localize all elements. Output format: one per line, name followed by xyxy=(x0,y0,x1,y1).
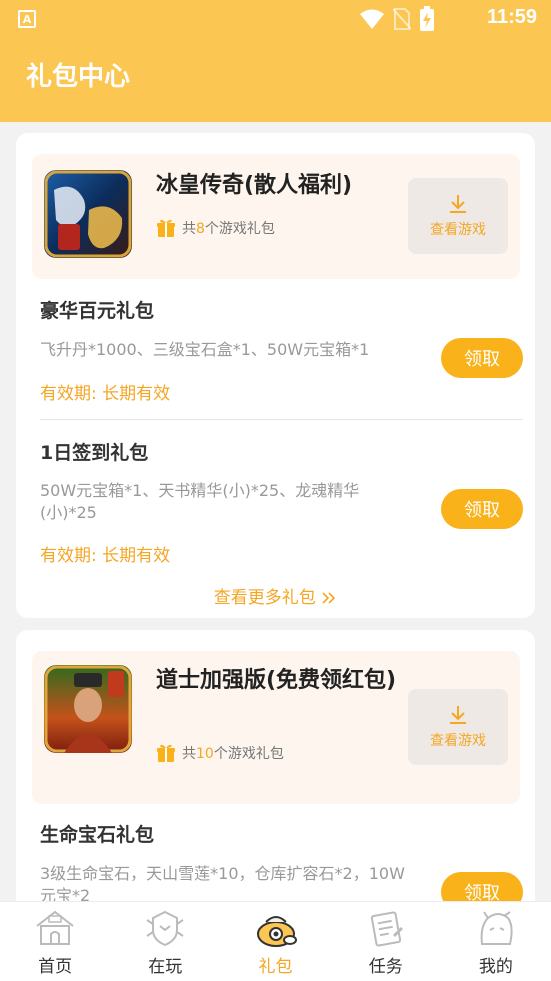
gift-bag-icon xyxy=(256,916,297,947)
game-icon[interactable] xyxy=(44,170,132,258)
package-title: 生命宝石礼包 xyxy=(40,824,155,846)
gift-count-number: 10 xyxy=(196,746,214,762)
game-name[interactable]: 道士加强版(免费领红包) xyxy=(156,666,406,696)
double-chevron-right-icon xyxy=(322,592,336,604)
download-icon xyxy=(450,706,466,724)
nav-label-playing: 在玩 xyxy=(148,957,183,977)
nav-item-playing[interactable]: 在玩 xyxy=(110,902,220,981)
home-icon xyxy=(36,910,74,945)
view-game-label: 查看游戏 xyxy=(430,222,486,238)
nav-item-gift[interactable]: 礼包 xyxy=(220,902,330,981)
status-icons xyxy=(359,6,435,32)
gift-count-prefix: 共 xyxy=(182,221,196,237)
view-game-label: 查看游戏 xyxy=(430,733,486,749)
gift-count-number: 8 xyxy=(196,221,205,237)
status-time: 11:59 xyxy=(486,6,537,28)
view-more-label: 查看更多礼包 xyxy=(213,588,316,608)
package-desc: 50W元宝箱*1、天书精华(小)*25、龙魂精华(小)*25 xyxy=(40,481,360,522)
app-notification-icon: A xyxy=(18,10,36,28)
no-sim-icon xyxy=(393,8,411,30)
battery-charging-icon xyxy=(420,6,434,31)
playing-icon xyxy=(146,910,184,947)
gift-icon xyxy=(157,219,175,237)
view-game-button[interactable]: 查看游戏 xyxy=(408,178,508,254)
wifi-icon xyxy=(360,9,384,29)
view-game-button[interactable]: 查看游戏 xyxy=(408,689,508,765)
gift-count: 共8个游戏礼包 xyxy=(156,218,275,238)
claim-button[interactable]: 领取 xyxy=(441,489,523,529)
game-icon[interactable] xyxy=(44,665,132,753)
nav-item-home[interactable]: 首页 xyxy=(0,902,110,981)
view-more-gifts-link[interactable]: 查看更多礼包 xyxy=(16,583,535,608)
gift-count: 共10个游戏礼包 xyxy=(156,743,284,763)
package-title: 豪华百元礼包 xyxy=(40,300,155,322)
gift-icon xyxy=(157,744,175,762)
nav-item-profile[interactable]: 我的 xyxy=(441,902,551,981)
gift-count-suffix: 个游戏礼包 xyxy=(204,221,275,237)
nav-label-task: 任务 xyxy=(368,957,403,977)
gift-count-prefix: 共 xyxy=(182,746,196,762)
nav-label-gift: 礼包 xyxy=(258,957,293,977)
download-icon xyxy=(450,195,466,213)
game-banner[interactable]: 道士加强版(免费领红包) 共10个游戏礼包 查看游戏 xyxy=(32,651,520,804)
package-validity: 有效期: 长期有效 xyxy=(40,384,171,404)
game-name[interactable]: 冰皇传奇(散人福利) xyxy=(156,171,352,201)
gift-card: 冰皇传奇(散人福利) 共8个游戏礼包 查看游戏 豪华百元礼包 飞升丹*1000、… xyxy=(16,133,535,618)
page-title: 礼包中心 xyxy=(26,62,131,92)
game-banner[interactable]: 冰皇传奇(散人福利) 共8个游戏礼包 查看游戏 xyxy=(32,154,520,279)
task-icon xyxy=(370,911,403,947)
divider xyxy=(40,419,523,420)
gift-card: 道士加强版(免费领红包) 共10个游戏礼包 查看游戏 生命宝石礼包 3级生命宝石… xyxy=(16,630,535,930)
nav-label-home: 首页 xyxy=(38,957,73,977)
nav-label-profile: 我的 xyxy=(478,957,513,977)
status-bar: A 11:59 xyxy=(0,0,551,38)
claim-button[interactable]: 领取 xyxy=(441,338,523,378)
profile-icon xyxy=(480,911,513,945)
package-validity: 有效期: 长期有效 xyxy=(40,546,171,566)
app-header: A 11:59 礼包中心 xyxy=(0,0,551,122)
gift-count-suffix: 个游戏礼包 xyxy=(213,746,284,762)
package-desc: 飞升丹*1000、三级宝石盒*1、50W元宝箱*1 xyxy=(40,340,370,359)
bottom-nav: 首页 在玩 礼包 任务 我的 xyxy=(0,901,551,981)
nav-item-task[interactable]: 任务 xyxy=(331,902,441,981)
package-title: 1日签到礼包 xyxy=(40,442,149,464)
